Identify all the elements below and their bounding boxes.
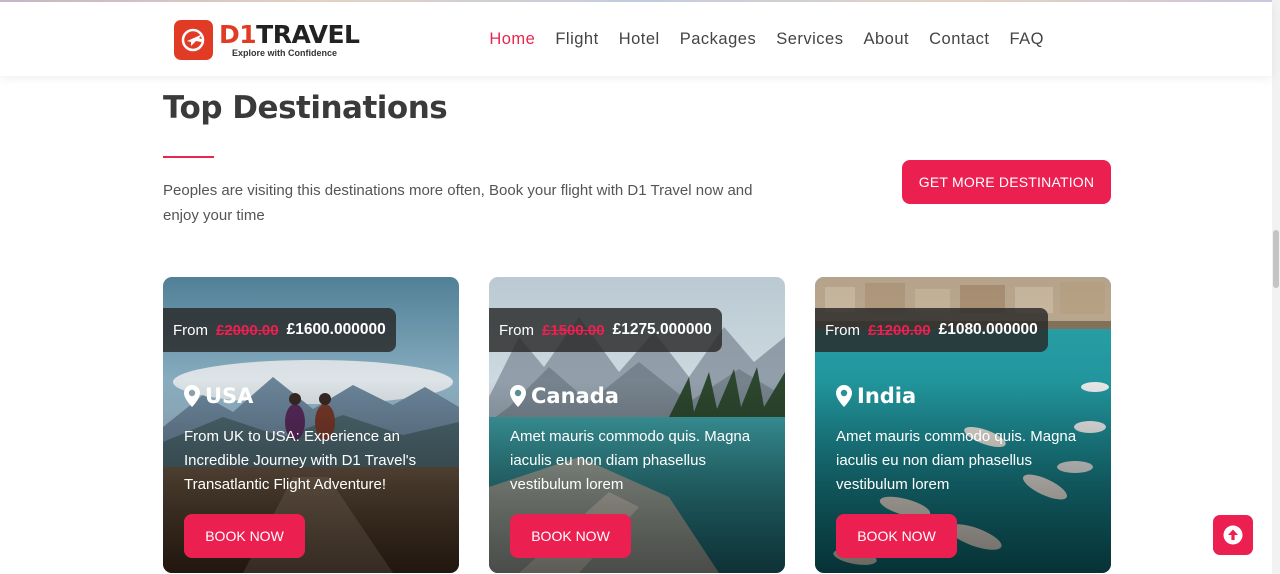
price-tag: From £1200.00 £1080.000000 <box>815 308 1048 352</box>
new-price: £1080.000000 <box>938 321 1038 338</box>
new-price: £1600.000000 <box>286 321 386 338</box>
map-pin-icon <box>510 385 526 407</box>
nav-hotel[interactable]: Hotel <box>619 30 660 49</box>
get-more-destination-button[interactable]: GET MORE DESTINATION <box>902 160 1111 204</box>
book-now-button[interactable]: BOOK NOW <box>836 514 957 558</box>
nav-packages[interactable]: Packages <box>680 30 756 49</box>
price-from-label: From <box>173 321 208 339</box>
old-price: £2000.00 <box>216 321 279 339</box>
plane-logo-icon <box>174 20 213 60</box>
destination-card-canada[interactable]: From £1500.00 £1275.000000 Canada Amet m… <box>489 277 785 573</box>
map-pin-icon <box>184 385 200 407</box>
nav-about[interactable]: About <box>863 30 909 49</box>
destination-description: Amet mauris commodo quis. Magna iaculis … <box>836 428 1077 493</box>
price-from-label: From <box>499 321 534 339</box>
book-now-button[interactable]: BOOK NOW <box>510 514 631 558</box>
brand-name: D1TRAVEL <box>219 20 360 49</box>
nav-flight[interactable]: Flight <box>555 30 598 49</box>
new-price: £1275.000000 <box>612 321 712 338</box>
arrow-up-icon <box>1223 525 1243 545</box>
main-nav: Home Flight Hotel Packages Services Abou… <box>489 30 1044 49</box>
destination-card-india[interactable]: From £1200.00 £1080.000000 India Amet ma… <box>815 277 1111 573</box>
old-price: £1200.00 <box>868 321 931 339</box>
destination-name: USA <box>184 384 253 408</box>
price-from-label: From <box>825 321 860 339</box>
section-description: Peoples are visiting this destinations m… <box>163 182 753 224</box>
destination-name: India <box>836 384 916 408</box>
destination-name: Canada <box>510 384 619 408</box>
section-title: Top Destinations <box>163 90 448 126</box>
scrollbar-thumb[interactable] <box>1273 230 1279 288</box>
destination-description: From UK to USA: Experience an Incredible… <box>184 428 417 493</box>
destination-description: Amet mauris commodo quis. Magna iaculis … <box>510 428 751 493</box>
nav-services[interactable]: Services <box>776 30 843 49</box>
nav-contact[interactable]: Contact <box>929 30 989 49</box>
map-pin-icon <box>836 385 852 407</box>
title-underline <box>163 156 214 158</box>
price-tag: From £2000.00 £1600.000000 <box>163 308 396 352</box>
page-scrollbar[interactable] <box>1272 0 1280 574</box>
brand-logo[interactable]: D1TRAVEL Explore with Confidence <box>174 20 360 60</box>
book-now-button[interactable]: BOOK NOW <box>184 514 305 558</box>
nav-faq[interactable]: FAQ <box>1009 30 1044 49</box>
old-price: £1500.00 <box>542 321 605 339</box>
destination-card-usa[interactable]: From £2000.00 £1600.000000 USA From UK t… <box>163 277 459 573</box>
nav-home[interactable]: Home <box>489 30 535 49</box>
scroll-to-top-button[interactable] <box>1213 515 1253 555</box>
brand-tagline: Explore with Confidence <box>232 48 338 58</box>
site-header: D1TRAVEL Explore with Confidence Home Fl… <box>0 2 1272 76</box>
price-tag: From £1500.00 £1275.000000 <box>489 308 722 352</box>
